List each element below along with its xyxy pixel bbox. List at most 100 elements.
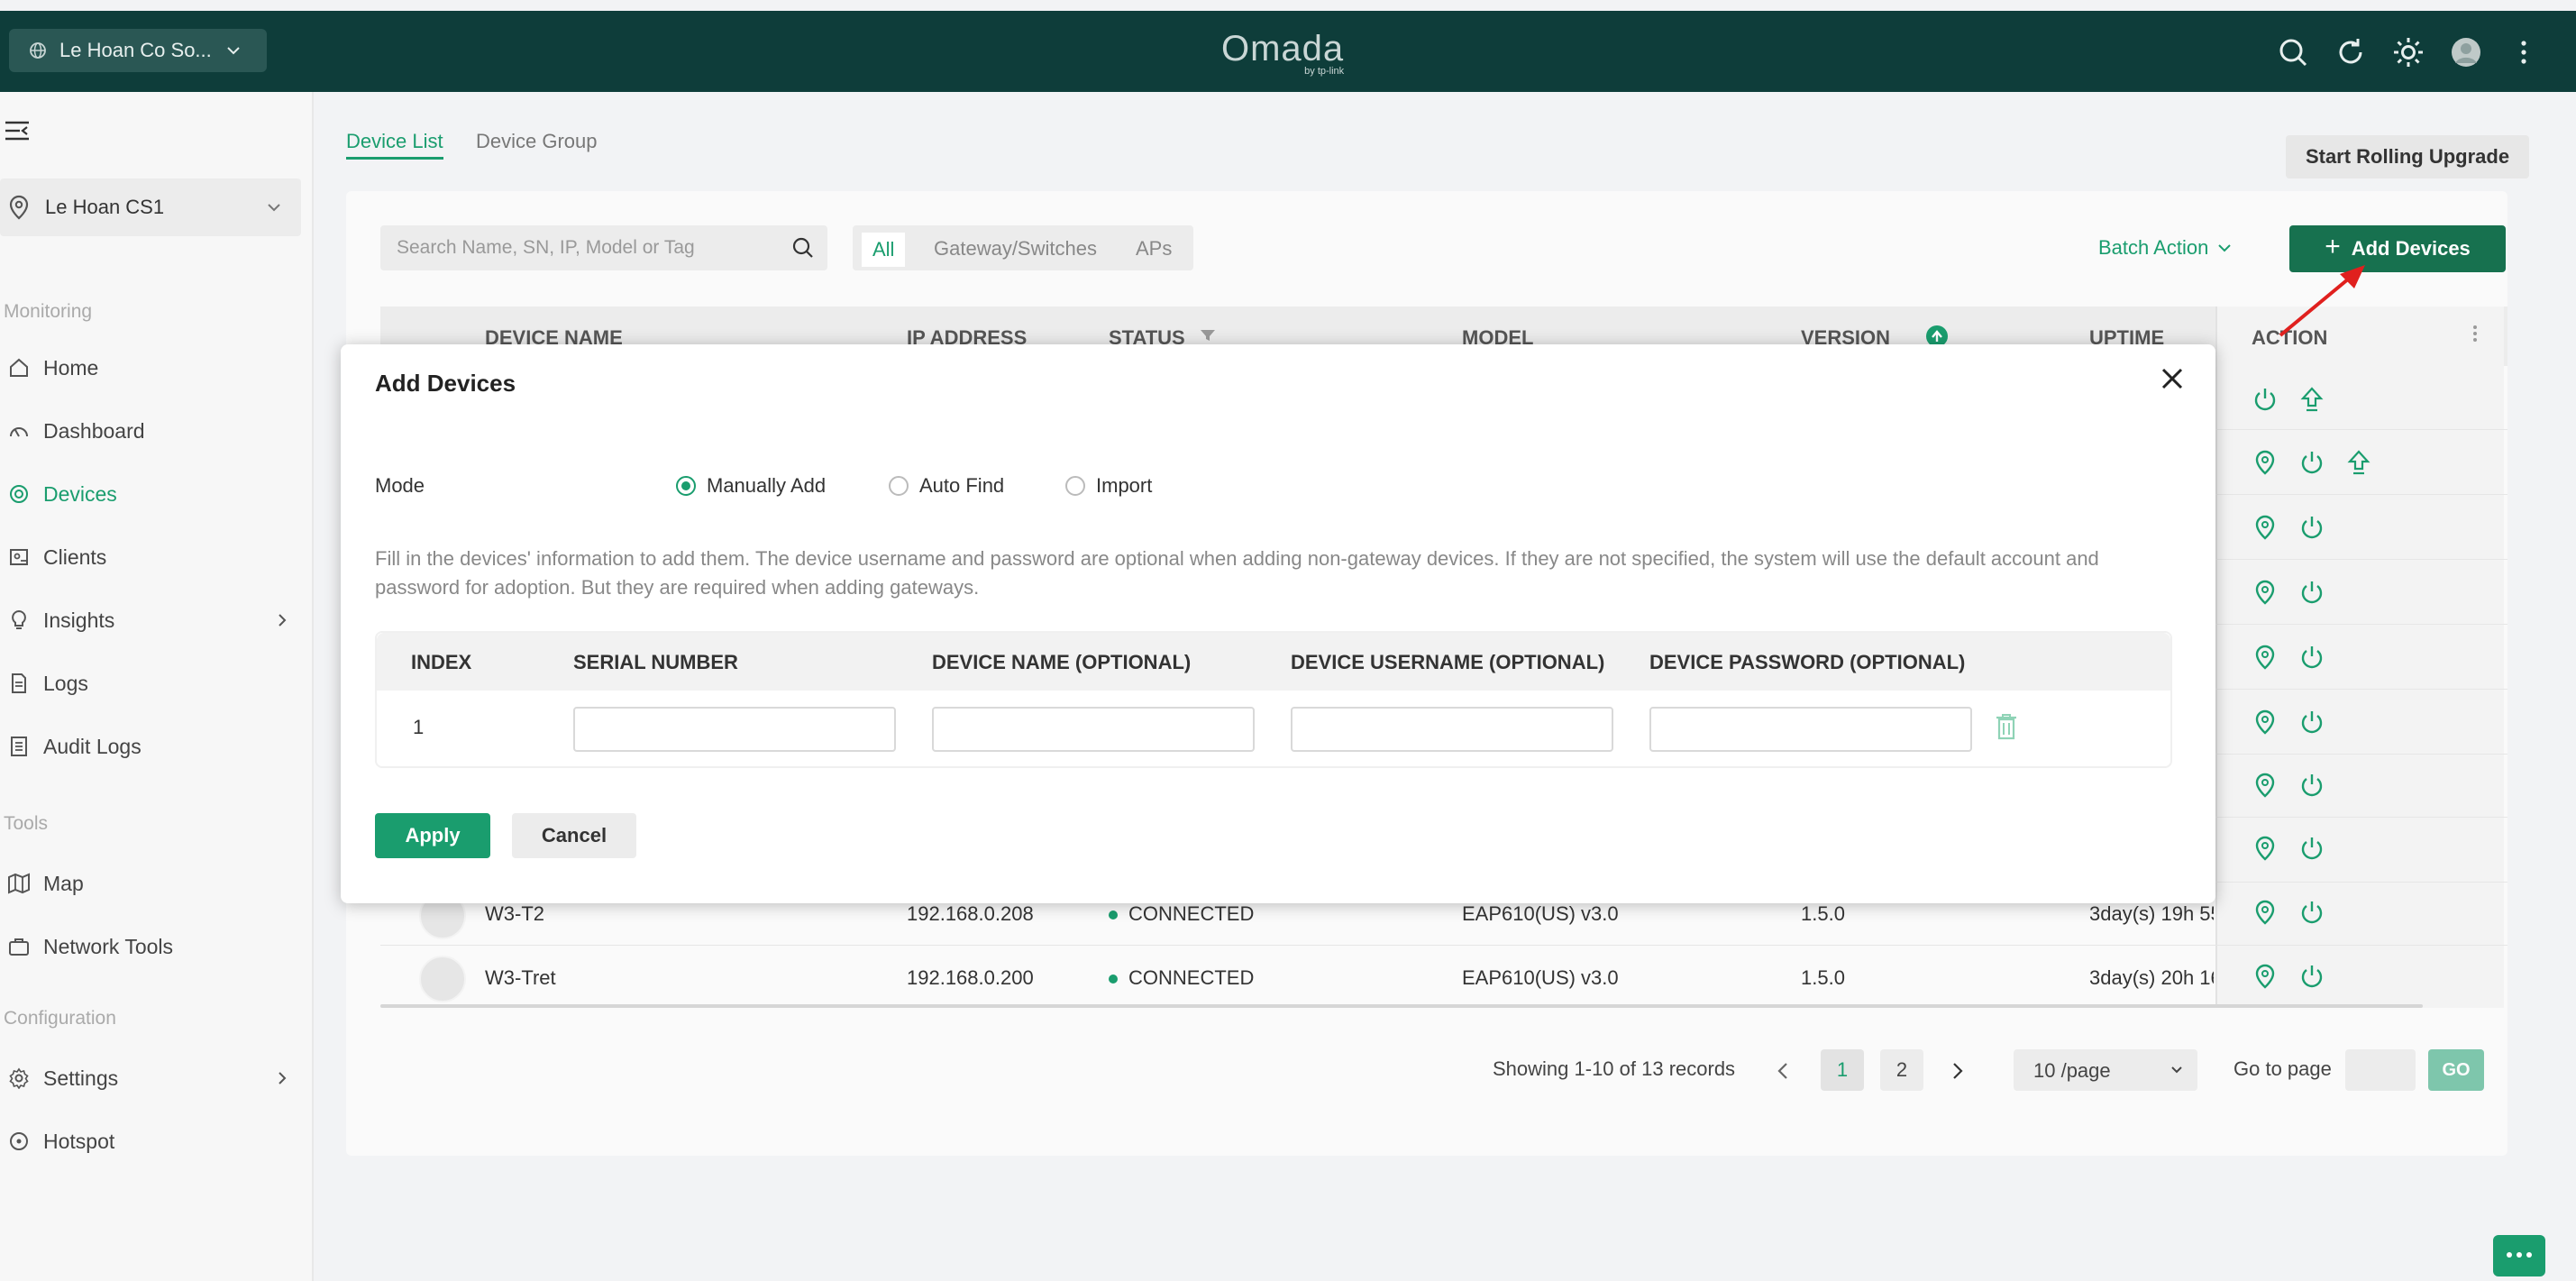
more-icon[interactable]: [2507, 36, 2540, 69]
chevron-right-icon: [278, 613, 287, 627]
site-selector[interactable]: Le Hoan Co So...: [9, 29, 267, 72]
mode-manually-add-radio[interactable]: Manually Add: [676, 474, 826, 498]
sidebar-item-logs[interactable]: Logs: [0, 660, 306, 707]
devices-icon: [5, 483, 32, 505]
mode-auto-find-radio[interactable]: Auto Find: [889, 474, 1004, 498]
chevron-down-icon: [2217, 243, 2232, 252]
section-configuration: Configuration: [4, 1008, 116, 1029]
records-summary: Showing 1-10 of 13 records: [1493, 1057, 1736, 1080]
trash-icon[interactable]: [1994, 712, 2019, 741]
locate-icon[interactable]: [2252, 709, 2279, 736]
filter-all[interactable]: All: [862, 233, 906, 267]
site-name: Le Hoan CS1: [45, 196, 165, 218]
locate-icon[interactable]: [2252, 514, 2279, 541]
radio-label: Auto Find: [919, 474, 1005, 497]
upgrade-icon[interactable]: [2345, 449, 2372, 476]
cell-device-name[interactable]: W3-Tret: [485, 966, 556, 990]
sidebar-item-home[interactable]: Home: [0, 344, 306, 391]
sidebar-item-label: Insights: [43, 608, 115, 632]
power-icon[interactable]: [2298, 449, 2325, 476]
chevron-down-icon: [2170, 1066, 2183, 1074]
power-icon[interactable]: [2252, 386, 2279, 413]
filter-icon[interactable]: [1199, 328, 1217, 343]
horizontal-scrollbar[interactable]: [380, 1004, 2423, 1008]
radio-label: Import: [1096, 474, 1153, 497]
insights-icon: [5, 609, 32, 631]
row-index: 1: [413, 716, 425, 738]
sidebar-item-settings[interactable]: Settings: [0, 1055, 306, 1102]
sidebar-item-hotspot[interactable]: Hotspot: [0, 1118, 306, 1165]
search-input[interactable]: Search Name, SN, IP, Model or Tag: [380, 225, 827, 270]
hotspot-icon: [5, 1130, 32, 1152]
section-tools: Tools: [4, 813, 49, 834]
annotation-arrow: [2271, 261, 2380, 343]
power-icon[interactable]: [2298, 963, 2325, 990]
sidebar-collapse-icon[interactable]: [4, 119, 31, 142]
sidebar-item-network-tools[interactable]: Network Tools: [0, 923, 306, 970]
sidebar-item-audit-logs[interactable]: Audit Logs: [0, 723, 306, 770]
serial-number-input[interactable]: [573, 707, 896, 752]
search-icon[interactable]: [2277, 36, 2309, 69]
prev-page-icon[interactable]: [1777, 1062, 1788, 1080]
power-icon[interactable]: [2298, 514, 2325, 541]
goto-page-input[interactable]: [2345, 1049, 2416, 1091]
power-icon[interactable]: [2298, 579, 2325, 606]
power-icon[interactable]: [2298, 709, 2325, 736]
site-dropdown[interactable]: Le Hoan CS1: [0, 178, 301, 236]
batch-action-dropdown[interactable]: Batch Action: [2098, 236, 2232, 260]
power-icon[interactable]: [2298, 644, 2325, 671]
mode-label: Mode: [375, 474, 425, 497]
status-dot: [1109, 974, 1118, 984]
close-icon[interactable]: [2160, 366, 2185, 391]
filter-aps[interactable]: APs: [1136, 237, 1172, 261]
device-username-input[interactable]: [1291, 707, 1613, 752]
start-rolling-upgrade-button[interactable]: Start Rolling Upgrade: [2286, 135, 2529, 178]
sidebar-item-dashboard[interactable]: Dashboard: [0, 407, 306, 454]
upgrade-icon[interactable]: [2298, 386, 2325, 413]
cell-model: EAP610(US) v3.0: [1462, 966, 1619, 989]
cell-uptime: 3day(s) 19h 55: [2089, 902, 2214, 925]
sidebar-item-map[interactable]: Map: [0, 860, 306, 907]
sidebar-item-label: Audit Logs: [43, 734, 142, 758]
chevron-right-icon: [278, 1071, 287, 1085]
page-size-value: 10 /page: [2033, 1059, 2111, 1082]
apply-button[interactable]: Apply: [375, 813, 490, 858]
locate-icon[interactable]: [2252, 449, 2279, 476]
column-settings-icon[interactable]: [2470, 323, 2480, 344]
locate-icon[interactable]: [2252, 579, 2279, 606]
page-1-button[interactable]: 1: [1821, 1049, 1864, 1091]
sidebar-item-clients[interactable]: Clients: [0, 534, 306, 581]
logs-icon: [5, 673, 32, 694]
tab-device-group[interactable]: Device Group: [476, 130, 598, 153]
search-icon[interactable]: [791, 236, 815, 260]
filter-gateway-switches[interactable]: Gateway/Switches: [934, 237, 1097, 261]
device-password-input[interactable]: [1649, 707, 1972, 752]
page-2-button[interactable]: 2: [1880, 1049, 1923, 1091]
locate-icon[interactable]: [2252, 963, 2279, 990]
modal-title: Add Devices: [375, 370, 516, 397]
page-size-select[interactable]: 10 /page: [2014, 1049, 2197, 1091]
chat-icon[interactable]: [2493, 1235, 2545, 1276]
globe-icon: [29, 41, 47, 59]
sidebar-item-label: Home: [43, 355, 99, 380]
cell-uptime: 3day(s) 20h 16: [2089, 966, 2214, 989]
go-button[interactable]: GO: [2428, 1049, 2484, 1091]
power-icon[interactable]: [2298, 899, 2325, 926]
sidebar-item-insights[interactable]: Insights: [0, 597, 306, 644]
power-icon[interactable]: [2298, 772, 2325, 799]
device-name-input[interactable]: [932, 707, 1255, 752]
cancel-button[interactable]: Cancel: [512, 813, 636, 858]
avatar[interactable]: [2450, 36, 2482, 69]
locate-icon[interactable]: [2252, 644, 2279, 671]
refresh-icon[interactable]: [2334, 36, 2367, 69]
sidebar-item-devices[interactable]: Devices: [0, 471, 306, 517]
mode-import-radio[interactable]: Import: [1065, 474, 1152, 498]
locate-icon[interactable]: [2252, 899, 2279, 926]
next-page-icon[interactable]: [1952, 1062, 1963, 1080]
locate-icon[interactable]: [2252, 772, 2279, 799]
locate-icon[interactable]: [2252, 835, 2279, 862]
tab-device-list[interactable]: Device List: [346, 130, 443, 160]
cell-device-name[interactable]: W3-T2: [485, 902, 544, 926]
power-icon[interactable]: [2298, 835, 2325, 862]
theme-icon[interactable]: [2392, 36, 2425, 69]
